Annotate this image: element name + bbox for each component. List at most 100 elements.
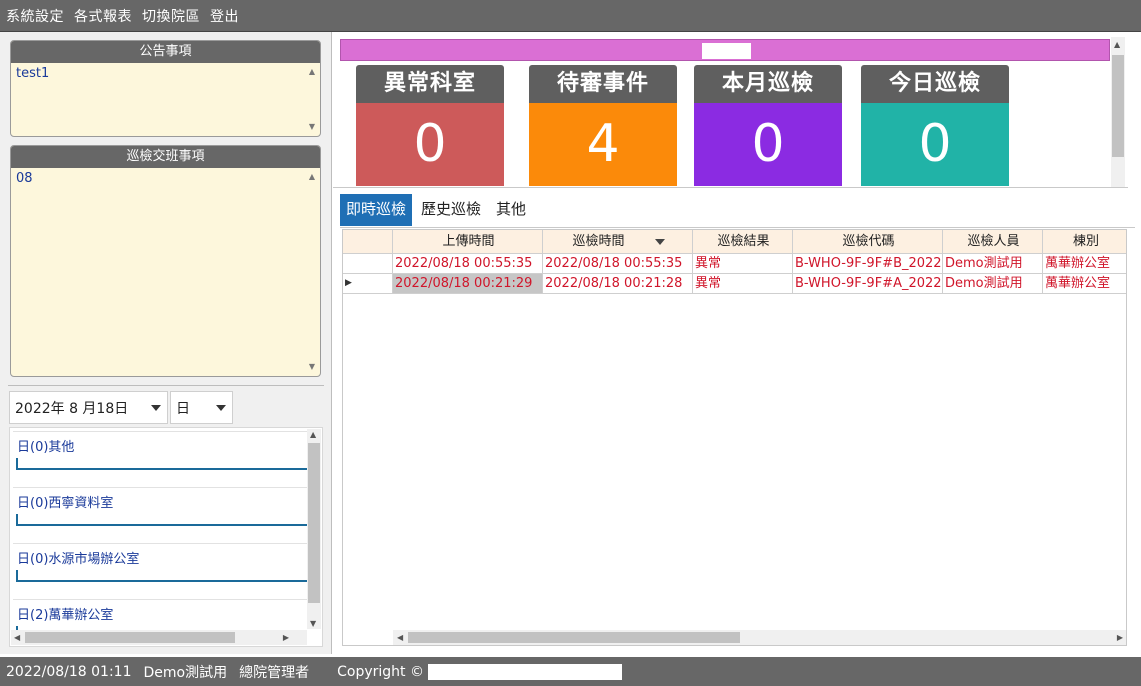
table-row[interactable]: ▶ 2022/08/18 00:21:29 2022/08/18 00:21:2… xyxy=(343,274,1126,294)
scroll-up-icon[interactable]: ▲ xyxy=(310,430,316,439)
inspection-table: 上傳時間 巡檢時間 巡檢結果 巡檢代碼 巡檢人員 棟別 2022/08/18 0… xyxy=(342,229,1127,646)
tab-other[interactable]: 其他 xyxy=(490,194,532,226)
status-bar: 2022/08/18 01:11 Demo測試用 總院管理者 Copyright… xyxy=(0,657,1141,686)
footer-user: Demo測試用 xyxy=(143,664,228,681)
banner-blank xyxy=(702,43,751,59)
scroll-up-icon[interactable]: ▲ xyxy=(305,65,319,79)
period-value: 日 xyxy=(176,400,190,417)
handover-textarea[interactable]: 08 ▲ ▼ xyxy=(11,168,320,376)
list-item[interactable]: 日(0)西寧資料室 xyxy=(13,487,307,533)
dashboard-banner xyxy=(340,39,1110,61)
menu-system-settings[interactable]: 系統設定 xyxy=(6,6,64,26)
handover-title: 巡檢交班事項 xyxy=(11,146,320,168)
announcement-panel: 公告事項 test1 ▲ ▼ xyxy=(10,40,321,137)
tab-history-inspection[interactable]: 歷史巡檢 xyxy=(415,194,487,226)
scroll-down-icon[interactable]: ▼ xyxy=(310,619,316,628)
copyright-owner-redacted xyxy=(427,663,622,680)
room-progress-list: 日(0)其他 日(0)西寧資料室 日(0)水源市場辦公室 日(2)萬華辦公室 ▲… xyxy=(9,427,323,647)
col-inspection-time[interactable]: 巡檢時間 xyxy=(543,230,693,254)
card-today-inspections[interactable]: 今日巡檢 0 xyxy=(861,65,1009,186)
progress-bar xyxy=(16,514,307,526)
card-abnormal-rooms[interactable]: 異常科室 0 xyxy=(356,65,504,186)
col-inspector[interactable]: 巡檢人員 xyxy=(943,230,1043,254)
app-window: 系統設定 各式報表 切換院區 登出 公告事項 test1 ▲ ▼ 巡檢交班事項 … xyxy=(0,0,1141,686)
table-row[interactable]: 2022/08/18 00:55:35 2022/08/18 00:55:35 … xyxy=(343,254,1126,274)
cell-inspection-time[interactable]: 2022/08/18 00:21:28 xyxy=(543,274,693,294)
cell-code[interactable]: B-WHO-9F-9F#B_2022 xyxy=(793,254,943,274)
room-label: 日(0)水源市場辦公室 xyxy=(17,552,140,567)
menu-logout[interactable]: 登出 xyxy=(210,6,239,26)
card-value: 0 xyxy=(694,103,842,186)
col-result[interactable]: 巡檢結果 xyxy=(693,230,793,254)
row-header-corner xyxy=(343,230,393,254)
handover-panel: 巡檢交班事項 08 ▲ ▼ xyxy=(10,145,321,377)
handover-scrollbar[interactable]: ▲ ▼ xyxy=(305,170,319,374)
announcement-scrollbar[interactable]: ▲ ▼ xyxy=(305,65,319,134)
room-label: 日(2)萬華辦公室 xyxy=(17,608,114,623)
scroll-left-icon[interactable]: ◀ xyxy=(397,633,403,642)
progress-bar xyxy=(16,458,307,470)
scroll-down-icon[interactable]: ▼ xyxy=(305,360,319,374)
cell-result[interactable]: 異常 xyxy=(693,274,793,294)
col-upload-time[interactable]: 上傳時間 xyxy=(393,230,543,254)
scroll-thumb[interactable] xyxy=(25,632,235,643)
cell-upload-time[interactable]: 2022/08/18 00:55:35 xyxy=(393,254,543,274)
col-building[interactable]: 棟別 xyxy=(1043,230,1126,254)
cell-inspection-time[interactable]: 2022/08/18 00:55:35 xyxy=(543,254,693,274)
scroll-up-icon[interactable]: ▲ xyxy=(1114,40,1120,49)
footer-copyright: Copyright © xyxy=(337,663,424,680)
tab-realtime-inspection[interactable]: 即時巡檢 xyxy=(340,194,413,226)
cell-upload-time[interactable]: 2022/08/18 00:21:29 xyxy=(393,274,543,294)
card-value: 0 xyxy=(356,103,504,186)
sort-down-icon xyxy=(654,238,665,245)
room-label: 日(0)西寧資料室 xyxy=(17,496,114,511)
dashboard-scrollbar[interactable]: ▲ xyxy=(1111,37,1125,187)
scroll-right-icon[interactable]: ▶ xyxy=(283,633,289,642)
announcement-textarea[interactable]: test1 ▲ ▼ xyxy=(11,63,320,136)
table-hscrollbar[interactable]: ◀ ▶ xyxy=(393,630,1126,645)
card-pending-events[interactable]: 待審事件 4 xyxy=(529,65,677,186)
scroll-down-icon[interactable]: ▼ xyxy=(305,120,319,134)
announcement-title: 公告事項 xyxy=(11,41,320,63)
cell-inspector[interactable]: Demo測試用 xyxy=(943,274,1043,294)
card-monthly-inspections[interactable]: 本月巡檢 0 xyxy=(694,65,842,186)
col-code[interactable]: 巡檢代碼 xyxy=(793,230,943,254)
announcement-text: test1 xyxy=(16,66,50,81)
period-select[interactable]: 日 xyxy=(170,391,233,424)
scroll-up-icon[interactable]: ▲ xyxy=(305,170,319,184)
menu-reports[interactable]: 各式報表 xyxy=(74,6,132,26)
card-label: 異常科室 xyxy=(356,65,504,103)
current-row-icon[interactable]: ▶ xyxy=(343,274,393,294)
col-inspection-time-label: 巡檢時間 xyxy=(572,234,625,249)
room-list-vscrollbar[interactable]: ▲ ▼ xyxy=(307,429,321,629)
list-item[interactable]: 日(0)水源市場辦公室 xyxy=(13,543,307,589)
cell-building[interactable]: 萬華辦公室 xyxy=(1043,254,1126,274)
scroll-thumb[interactable] xyxy=(1112,55,1124,157)
card-value: 0 xyxy=(861,103,1009,186)
cell-result[interactable]: 異常 xyxy=(693,254,793,274)
menu-switch-campus[interactable]: 切換院區 xyxy=(142,6,200,26)
card-label: 本月巡檢 xyxy=(694,65,842,103)
card-value: 4 xyxy=(529,103,677,186)
date-picker[interactable]: 2022年 8 月18日 xyxy=(9,391,168,424)
scroll-right-icon[interactable]: ▶ xyxy=(1117,633,1123,642)
row-header[interactable] xyxy=(343,254,393,274)
room-list-hscrollbar[interactable]: ◀ ▶ xyxy=(11,630,307,645)
divider xyxy=(8,385,324,386)
footer-role: 總院管理者 xyxy=(239,664,310,681)
cell-building[interactable]: 萬華辦公室 xyxy=(1043,274,1126,294)
scroll-thumb[interactable] xyxy=(308,443,320,603)
list-item[interactable]: 日(0)其他 xyxy=(13,431,307,477)
handover-text: 08 xyxy=(16,171,33,186)
chevron-down-icon xyxy=(151,405,161,411)
chevron-down-icon xyxy=(216,405,226,411)
footer-datetime: 2022/08/18 01:11 xyxy=(6,663,132,680)
card-label: 今日巡檢 xyxy=(861,65,1009,103)
scroll-left-icon[interactable]: ◀ xyxy=(14,633,20,642)
cell-inspector[interactable]: Demo測試用 xyxy=(943,254,1043,274)
progress-bar xyxy=(16,570,307,582)
menu-bar: 系統設定 各式報表 切換院區 登出 xyxy=(0,0,1141,32)
cell-code[interactable]: B-WHO-9F-9F#A_2022 xyxy=(793,274,943,294)
scroll-thumb[interactable] xyxy=(408,632,740,643)
left-sidebar: 公告事項 test1 ▲ ▼ 巡檢交班事項 08 ▲ ▼ 2022年 8 月18 xyxy=(0,32,332,654)
